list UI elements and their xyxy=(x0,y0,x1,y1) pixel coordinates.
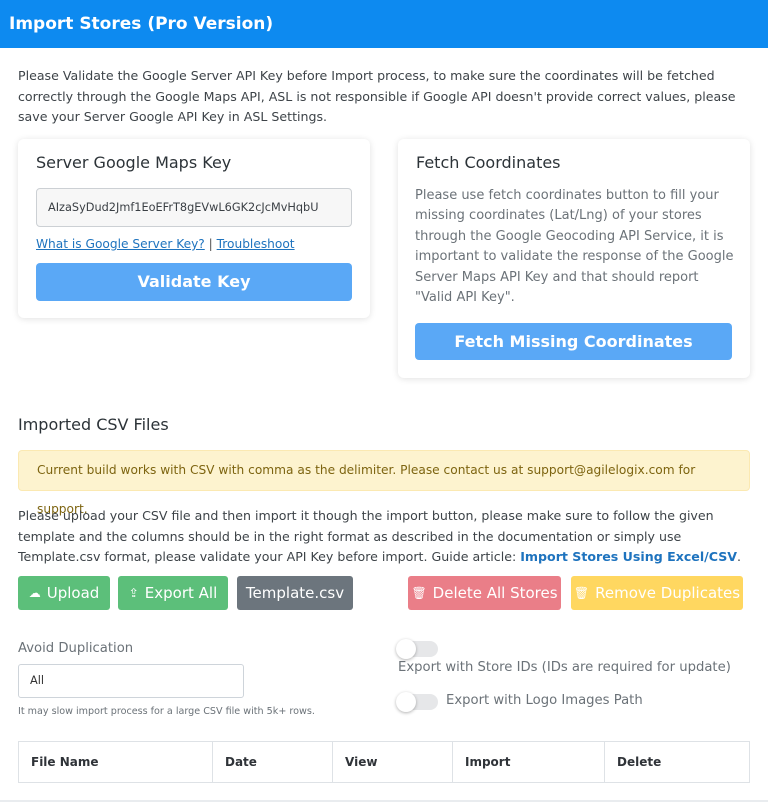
troubleshoot-link[interactable]: Troubleshoot xyxy=(217,237,295,251)
delete-all-stores-button[interactable]: 🗑 Delete All Stores xyxy=(408,576,561,610)
page-title: Import Stores (Pro Version) xyxy=(9,14,274,34)
server-key-card: Server Google Maps Key AIzaSyDud2Jmf1EoE… xyxy=(18,139,370,318)
column-import: Import xyxy=(452,741,605,783)
page-header: Import Stores (Pro Version) xyxy=(0,0,768,48)
fetch-coordinates-description: Please use fetch coordinates button to f… xyxy=(415,188,734,306)
link-separator: | xyxy=(208,237,213,251)
toggle-knob xyxy=(396,639,416,659)
column-date: Date xyxy=(212,741,333,783)
help-links: What is Google Server Key? | Troubleshoo… xyxy=(36,237,295,251)
upload-button[interactable]: ☁ Upload xyxy=(18,576,110,610)
cloud-upload-icon: ☁ xyxy=(28,586,41,600)
column-view: View xyxy=(332,741,453,783)
remove-duplicates-label: Remove Duplicates xyxy=(595,584,741,602)
template-label: Template.csv xyxy=(245,584,345,602)
export-logo-path-label: Export with Logo Images Path xyxy=(446,693,643,708)
upload-instructions: Please upload your CSV file and then imp… xyxy=(18,506,748,568)
export-all-button[interactable]: ⇪ Export All xyxy=(118,576,228,610)
export-logo-path-toggle[interactable] xyxy=(396,692,438,712)
export-store-ids-toggle[interactable] xyxy=(396,639,438,659)
validate-key-button[interactable]: Validate Key xyxy=(36,263,352,301)
avoid-duplication-select[interactable]: All xyxy=(18,664,244,698)
remove-duplicates-button[interactable]: 🗑 Remove Duplicates xyxy=(571,576,743,610)
large-file-hint: It may slow import process for a large C… xyxy=(18,706,315,717)
csv-files-table: File Name Date View Import Delete xyxy=(18,741,750,783)
trash-icon: 🗑 xyxy=(411,586,427,600)
trash-icon: 🗑 xyxy=(573,586,590,600)
export-all-label: Export All xyxy=(144,584,218,602)
server-key-title: Server Google Maps Key xyxy=(36,153,232,172)
column-delete: Delete xyxy=(604,741,750,783)
fetch-coordinates-title: Fetch Coordinates xyxy=(416,153,561,172)
export-icon: ⇪ xyxy=(128,586,139,600)
intro-text: Please Validate the Google Server API Ke… xyxy=(18,68,736,124)
template-csv-button[interactable]: Template.csv xyxy=(237,576,353,610)
delete-all-label: Delete All Stores xyxy=(432,584,558,602)
csv-delimiter-alert: Current build works with CSV with comma … xyxy=(18,450,750,516)
export-store-ids-label: Export with Store IDs (IDs are required … xyxy=(398,660,731,675)
guide-suffix: . xyxy=(737,549,742,564)
toggle-knob xyxy=(396,692,416,712)
fetch-coordinates-card: Fetch Coordinates Please use fetch coord… xyxy=(398,139,750,378)
what-is-server-key-link[interactable]: What is Google Server Key? xyxy=(36,237,205,251)
table-header-row: File Name Date View Import Delete xyxy=(18,741,750,783)
upload-label: Upload xyxy=(46,584,100,602)
server-key-input[interactable]: AIzaSyDud2Jmf1EoEFrT8gEVwL6GK2cJcMvHqbU xyxy=(36,188,352,227)
guide-article-link[interactable]: Import Stores Using Excel/CSV xyxy=(520,549,737,564)
fetch-missing-coordinates-button[interactable]: Fetch Missing Coordinates xyxy=(415,323,732,360)
avoid-duplication-label: Avoid Duplication xyxy=(18,641,134,656)
imported-csv-title: Imported CSV Files xyxy=(18,415,169,434)
column-file-name: File Name xyxy=(18,741,213,783)
